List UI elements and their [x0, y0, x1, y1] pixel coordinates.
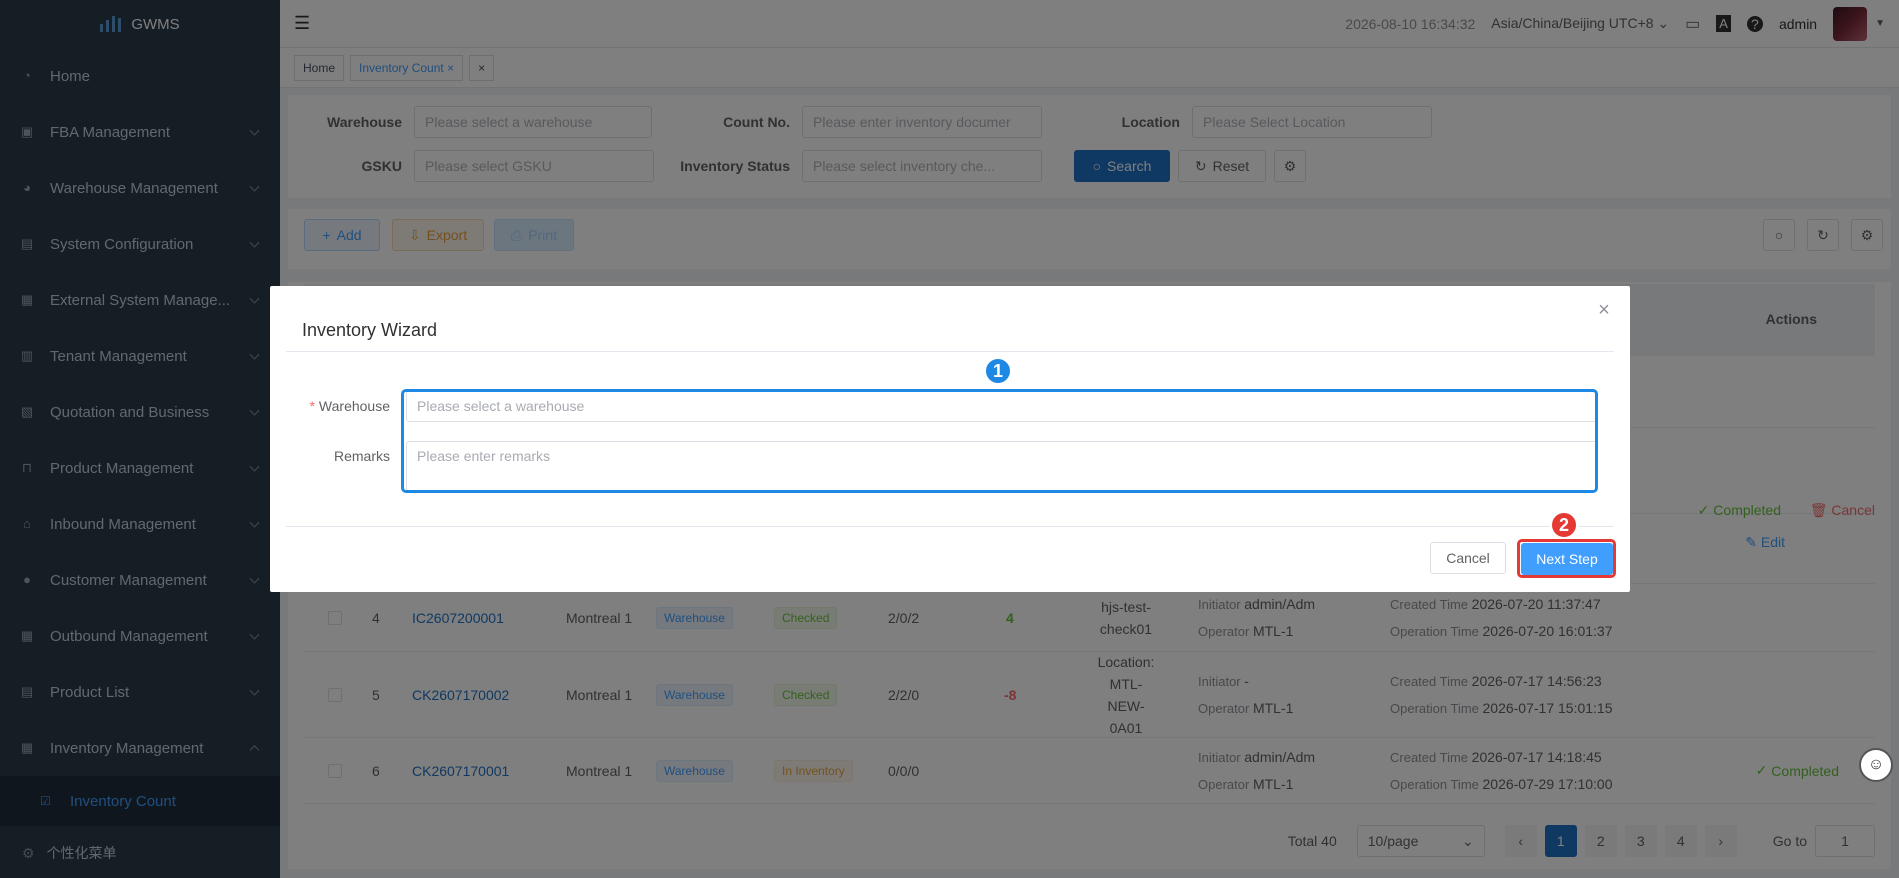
divider [286, 526, 1614, 527]
annotation-badge-2: 2 [1550, 511, 1578, 539]
annotation-badge-1: 1 [984, 357, 1012, 385]
divider [286, 351, 1614, 352]
annotation-highlight-2 [1517, 539, 1616, 578]
inventory-wizard-dialog: Inventory Wizard × * Warehouse Please sel… [270, 286, 1630, 592]
annotation-highlight-1 [401, 389, 1598, 493]
cancel-button[interactable]: Cancel [1430, 542, 1506, 574]
close-icon[interactable]: × [1594, 300, 1614, 320]
warehouse-label-text: Warehouse [318, 398, 390, 414]
warehouse-label: * Warehouse [290, 398, 390, 414]
required-marker: * [309, 398, 315, 414]
remarks-label: Remarks [333, 448, 390, 464]
assistant-avatar[interactable]: ☺ [1859, 748, 1893, 782]
dialog-title: Inventory Wizard [302, 320, 438, 340]
